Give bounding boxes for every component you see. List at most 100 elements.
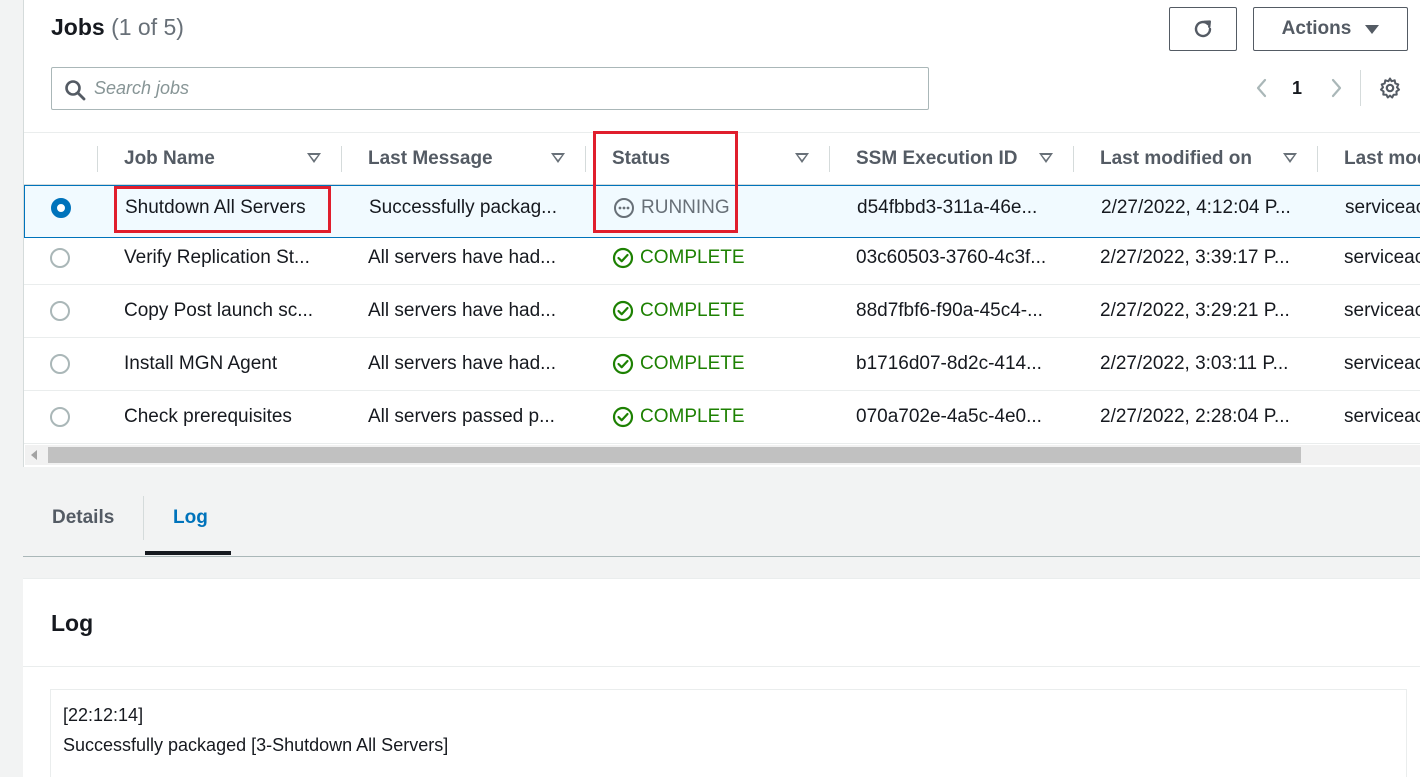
cell-status: COMPLETE [612, 232, 745, 284]
table-row[interactable]: Copy Post launch sc... All servers have … [24, 285, 1420, 338]
cell-last-modified-on: 2/27/2022, 2:28:04 P... [1100, 406, 1290, 427]
search-input[interactable] [94, 68, 914, 109]
refresh-button[interactable] [1169, 7, 1237, 51]
tab-details[interactable]: Details [52, 480, 114, 555]
job-count: (1 of 5) [111, 14, 184, 40]
tab-log[interactable]: Log [173, 480, 208, 555]
sort-icon[interactable] [1039, 153, 1053, 163]
sort-icon[interactable] [1283, 153, 1297, 163]
row-select-radio[interactable] [50, 354, 70, 374]
sort-icon[interactable] [307, 153, 321, 163]
cell-last-modified-by: serviceac [1345, 197, 1420, 218]
page-title: Jobs (1 of 5) [51, 14, 184, 41]
cell-ssm-execution-id: 03c60503-3760-4c3f... [856, 247, 1047, 268]
jobs-panel: Jobs (1 of 5) Actions 1 [23, 0, 1420, 467]
column-divider [585, 146, 586, 172]
row-select-radio[interactable] [51, 198, 71, 218]
sort-icon[interactable] [551, 153, 565, 163]
search-field[interactable] [51, 67, 929, 110]
column-divider [341, 146, 342, 172]
table-row[interactable]: Install MGN Agent All servers have had..… [24, 338, 1420, 391]
column-header-label: Last mod [1344, 147, 1420, 169]
column-header-last-modified-on[interactable]: Last modified on [1100, 133, 1300, 184]
cell-job-name: Shutdown All Servers [125, 197, 306, 218]
next-page-button[interactable] [1326, 76, 1346, 100]
cell-ssm-execution-id: 88d7fbf6-f90a-45c4-... [856, 300, 1043, 321]
cell-last-message: All servers passed p... [368, 406, 555, 427]
status-text: COMPLETE [640, 406, 745, 427]
horizontal-scrollbar[interactable] [25, 445, 1420, 465]
column-divider [1317, 146, 1318, 172]
cell-job-name: Copy Post launch sc... [124, 300, 314, 321]
column-header-label: Job Name [124, 147, 215, 169]
actions-label: Actions [1281, 18, 1352, 39]
scroll-left-arrow-icon[interactable] [31, 450, 37, 460]
table-row[interactable]: Shutdown All Servers Successfully packag… [24, 185, 1420, 238]
actions-button[interactable]: Actions [1253, 7, 1408, 51]
cell-job-name: Check prerequisites [124, 406, 292, 427]
cell-status: RUNNING [613, 186, 730, 230]
column-header-job-name[interactable]: Job Name [124, 133, 324, 184]
tab-divider [143, 496, 144, 540]
column-header-label: SSM Execution ID [856, 147, 1018, 169]
log-timestamp: [22:12:14] [63, 705, 144, 725]
log-title: Log [51, 610, 94, 636]
column-header-label: Last Message [368, 147, 493, 169]
cell-ssm-execution-id: b1716d07-8d2c-414... [856, 353, 1042, 374]
table-row[interactable]: Verify Replication St... All servers hav… [24, 232, 1420, 285]
status-text: COMPLETE [640, 353, 745, 374]
log-message: Successfully packaged [3-Shutdown All Se… [63, 735, 449, 755]
column-divider [1073, 146, 1074, 172]
table-row[interactable]: Check prerequisites All servers passed p… [24, 391, 1420, 444]
cell-ssm-execution-id: d54fbbd3-311a-46e... [857, 197, 1038, 218]
check-circle-icon [612, 353, 634, 375]
cell-status: COMPLETE [612, 338, 745, 390]
cell-last-modified-by: serviceac [1344, 247, 1420, 268]
pager-divider [1360, 70, 1361, 106]
sort-icon[interactable] [795, 153, 809, 163]
log-panel: Log [22:12:14] Successfully packaged [3-… [23, 578, 1420, 777]
row-select-radio[interactable] [50, 301, 70, 321]
status-text: RUNNING [641, 197, 730, 218]
page-title-text: Jobs [51, 14, 105, 40]
previous-page-button[interactable] [1252, 76, 1272, 100]
cell-last-modified-by: serviceac [1344, 353, 1420, 374]
cell-job-name: Verify Replication St... [124, 247, 310, 268]
column-header-label: Last modified on [1100, 147, 1252, 169]
column-header-last-modified-by[interactable]: Last mod [1344, 133, 1420, 184]
row-select-radio[interactable] [50, 407, 70, 427]
row-select-radio[interactable] [50, 248, 70, 268]
cell-last-message: Successfully packag... [369, 197, 557, 218]
status-text: COMPLETE [640, 247, 745, 268]
column-divider [829, 146, 830, 172]
cell-last-modified-on: 2/27/2022, 3:03:11 P... [1100, 353, 1289, 374]
gear-icon [1380, 77, 1400, 99]
column-header-last-message[interactable]: Last Message [368, 133, 568, 184]
search-icon [65, 80, 86, 101]
cell-status: COMPLETE [612, 391, 745, 443]
chevron-right-icon [1331, 78, 1342, 98]
column-header-ssm-execution-id[interactable]: SSM Execution ID [856, 133, 1056, 184]
cell-last-modified-on: 2/27/2022, 4:12:04 P... [1101, 197, 1291, 218]
table-header: Job Name Last Message Status SSM Executi… [24, 132, 1420, 185]
cell-last-modified-by: serviceac [1344, 300, 1420, 321]
page-number[interactable]: 1 [1292, 78, 1302, 99]
cell-last-modified-by: serviceac [1344, 406, 1420, 427]
cell-status: COMPLETE [612, 285, 745, 337]
refresh-icon [1194, 20, 1212, 38]
column-divider [97, 146, 98, 172]
active-tab-indicator [145, 551, 231, 555]
cell-last-message: All servers have had... [368, 353, 556, 374]
check-circle-icon [612, 247, 634, 269]
cell-last-message: All servers have had... [368, 247, 556, 268]
cell-last-message: All servers have had... [368, 300, 556, 321]
chevron-left-icon [1256, 78, 1267, 98]
column-header-status[interactable]: Status [612, 133, 812, 184]
status-text: COMPLETE [640, 300, 745, 321]
preferences-button[interactable] [1378, 76, 1402, 100]
scrollbar-thumb[interactable] [48, 447, 1301, 463]
check-circle-icon [612, 300, 634, 322]
log-header: Log [23, 579, 1420, 667]
in-progress-icon [614, 198, 634, 218]
log-output: [22:12:14] Successfully packaged [3-Shut… [50, 689, 1407, 777]
